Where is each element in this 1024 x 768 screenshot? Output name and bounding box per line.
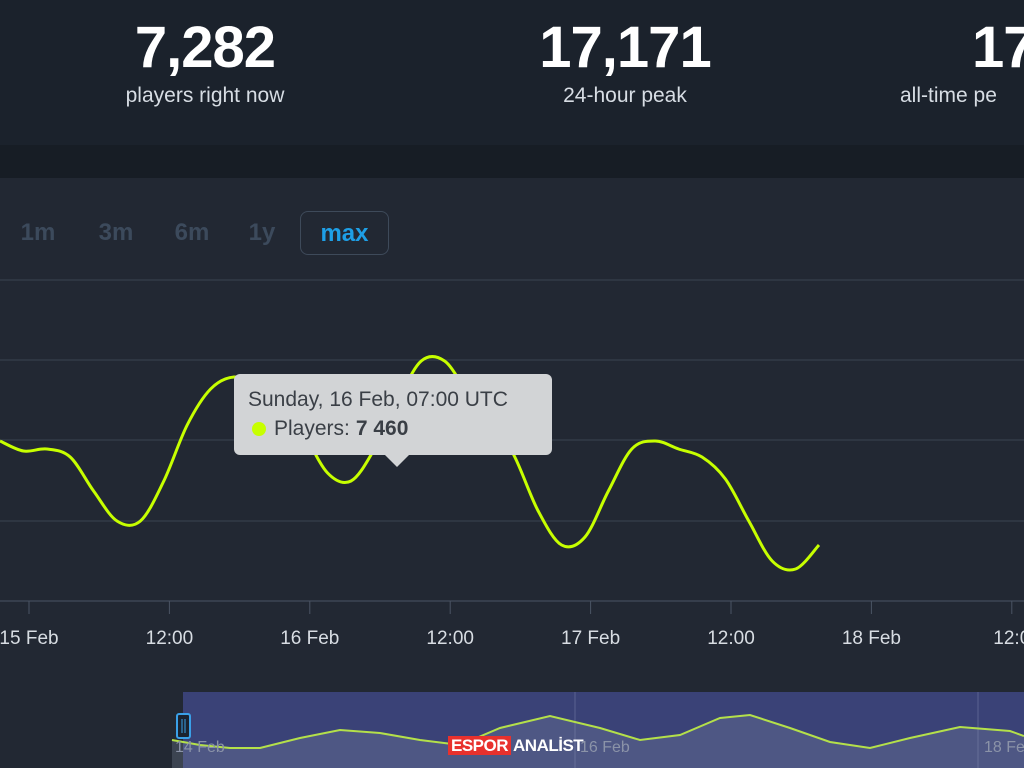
chart-tooltip: Sunday, 16 Feb, 07:00 UTC Players: 7 460 — [234, 374, 552, 467]
tooltip-series-name: Players: — [274, 417, 350, 440]
tooltip-row: Players: 7 460 — [248, 417, 552, 441]
x-tick-label: 12:0 — [993, 628, 1024, 649]
x-tick-label: 17 Feb — [561, 628, 620, 649]
watermark-part1: ESPOR — [448, 736, 512, 755]
x-tick-label: 12:00 — [707, 628, 755, 649]
watermark-logo: ESPOR ANALİST — [448, 735, 585, 757]
watermark-part2: ANALİST — [513, 736, 584, 755]
x-tick-label: 15 Feb — [0, 628, 59, 649]
tooltip-value: 7 460 — [355, 417, 409, 440]
x-tick-label: 12:00 — [146, 628, 194, 649]
navigator-label: 18 Feb — [984, 739, 1024, 756]
x-tick-label: 16 Feb — [280, 628, 339, 649]
navigator-label: 16 Feb — [580, 739, 630, 756]
x-tick-label: 12:00 — [426, 628, 474, 649]
navigator-label: 14 Feb — [175, 739, 225, 756]
x-axis: 15 Feb 12:00 16 Feb 12:00 17 Feb 12:00 18 Feb 1… — [0, 601, 1024, 649]
navigator[interactable]: 14 Feb 16 Feb 18 Feb — [171, 692, 1024, 768]
navigator-handle[interactable] — [176, 713, 191, 739]
series-dot-icon — [252, 422, 266, 436]
tooltip-title: Sunday, 16 Feb, 07:00 UTC — [248, 388, 508, 411]
x-tick-label: 18 Feb — [842, 628, 901, 649]
